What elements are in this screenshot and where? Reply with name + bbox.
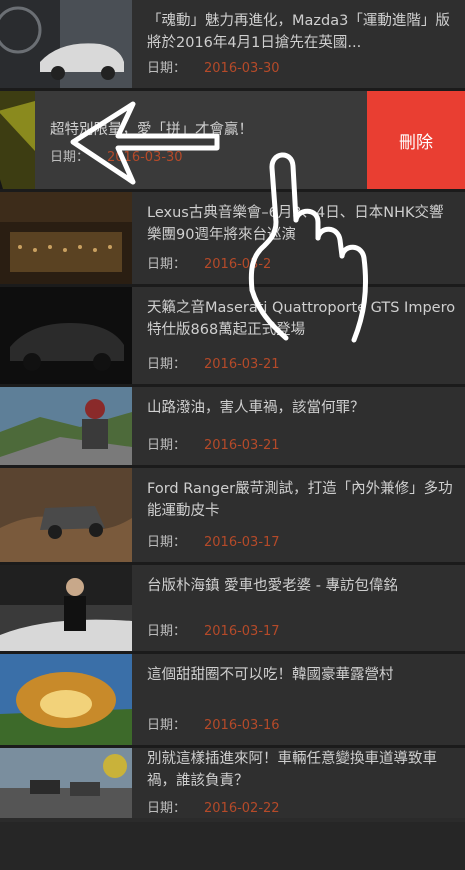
list-item[interactable]: Ford Ranger嚴苛測試，打造「內外兼修」多功能運動皮卡 日期： 2016-… (0, 468, 465, 565)
list-item-swiped[interactable]: 超特別限量，愛「拼」才會贏！ 日期： 2016-03-30 刪除 (0, 91, 465, 192)
article-title: 這個甜甜圈不可以吃！韓國豪華露營村 (147, 667, 394, 683)
article-title: 天籟之音Maserati Quattroporte GTS Impero特仕版8… (147, 300, 456, 338)
article-title: 別就這樣插進來阿！車輛任意變換車道導致車禍，誰該負責？ (147, 751, 437, 789)
article-date: 日期： 2016-02-22 (147, 801, 280, 816)
article-date: 日期： 2016-03-30 (50, 150, 183, 165)
article-title: 台版朴海鎮 愛車也愛老婆 - 專訪包偉銘 (147, 578, 399, 594)
bottom-bar (0, 822, 465, 870)
article-thumbnail (0, 748, 132, 818)
article-thumbnail (0, 654, 132, 745)
article-title: Lexus古典音樂會–6月3、4日、日本NHK交響樂團90週年將來台巡演 (147, 205, 444, 243)
article-list: 「魂動」魅力再進化，Mazda3「運動進階」版將於2016年4月1日搶先在英國.… (0, 0, 465, 818)
article-thumbnail (0, 387, 132, 465)
article-thumbnail (0, 287, 132, 384)
article-date: 日期： 2016-03-2 (147, 257, 272, 272)
swiped-content: 超特別限量，愛「拼」才會贏！ 日期： 2016-03-30 (0, 91, 368, 189)
article-thumbnail (0, 0, 132, 88)
list-item[interactable]: 這個甜甜圈不可以吃！韓國豪華露營村 日期： 2016-03-16 (0, 654, 465, 748)
article-title: 超特別限量，愛「拼」才會贏！ (50, 122, 253, 138)
article-date: 日期： 2016-03-21 (147, 357, 280, 372)
list-item[interactable]: 「魂動」魅力再進化，Mazda3「運動進階」版將於2016年4月1日搶先在英國.… (0, 0, 465, 91)
article-thumbnail (0, 91, 35, 189)
article-title: 山路潑油，害人車禍，該當何罪？ (147, 400, 365, 416)
article-title: Ford Ranger嚴苛測試，打造「內外兼修」多功能運動皮卡 (147, 481, 453, 519)
article-date: 日期： 2016-03-30 (147, 61, 280, 76)
list-item[interactable]: 山路潑油，害人車禍，該當何罪？ 日期： 2016-03-21 (0, 387, 465, 468)
article-thumbnail (0, 468, 132, 562)
delete-button[interactable]: 刪除 (367, 91, 465, 189)
article-thumbnail (0, 565, 132, 651)
article-thumbnail (0, 192, 132, 284)
list-item[interactable]: 台版朴海鎮 愛車也愛老婆 - 專訪包偉銘 日期： 2016-03-17 (0, 565, 465, 654)
list-item[interactable]: 天籟之音Maserati Quattroporte GTS Impero特仕版8… (0, 287, 465, 387)
article-date: 日期： 2016-03-17 (147, 624, 280, 639)
article-date: 日期： 2016-03-16 (147, 718, 280, 733)
list-item[interactable]: Lexus古典音樂會–6月3、4日、日本NHK交響樂團90週年將來台巡演 日期：… (0, 192, 465, 287)
article-title: 「魂動」魅力再進化，Mazda3「運動進階」版將於2016年4月1日搶先在英國.… (147, 13, 450, 51)
list-item[interactable]: 別就這樣插進來阿！車輛任意變換車道導致車禍，誰該負責？ 日期： 2016-02-2… (0, 748, 465, 818)
article-date: 日期： 2016-03-17 (147, 535, 280, 550)
article-date: 日期： 2016-03-21 (147, 438, 280, 453)
